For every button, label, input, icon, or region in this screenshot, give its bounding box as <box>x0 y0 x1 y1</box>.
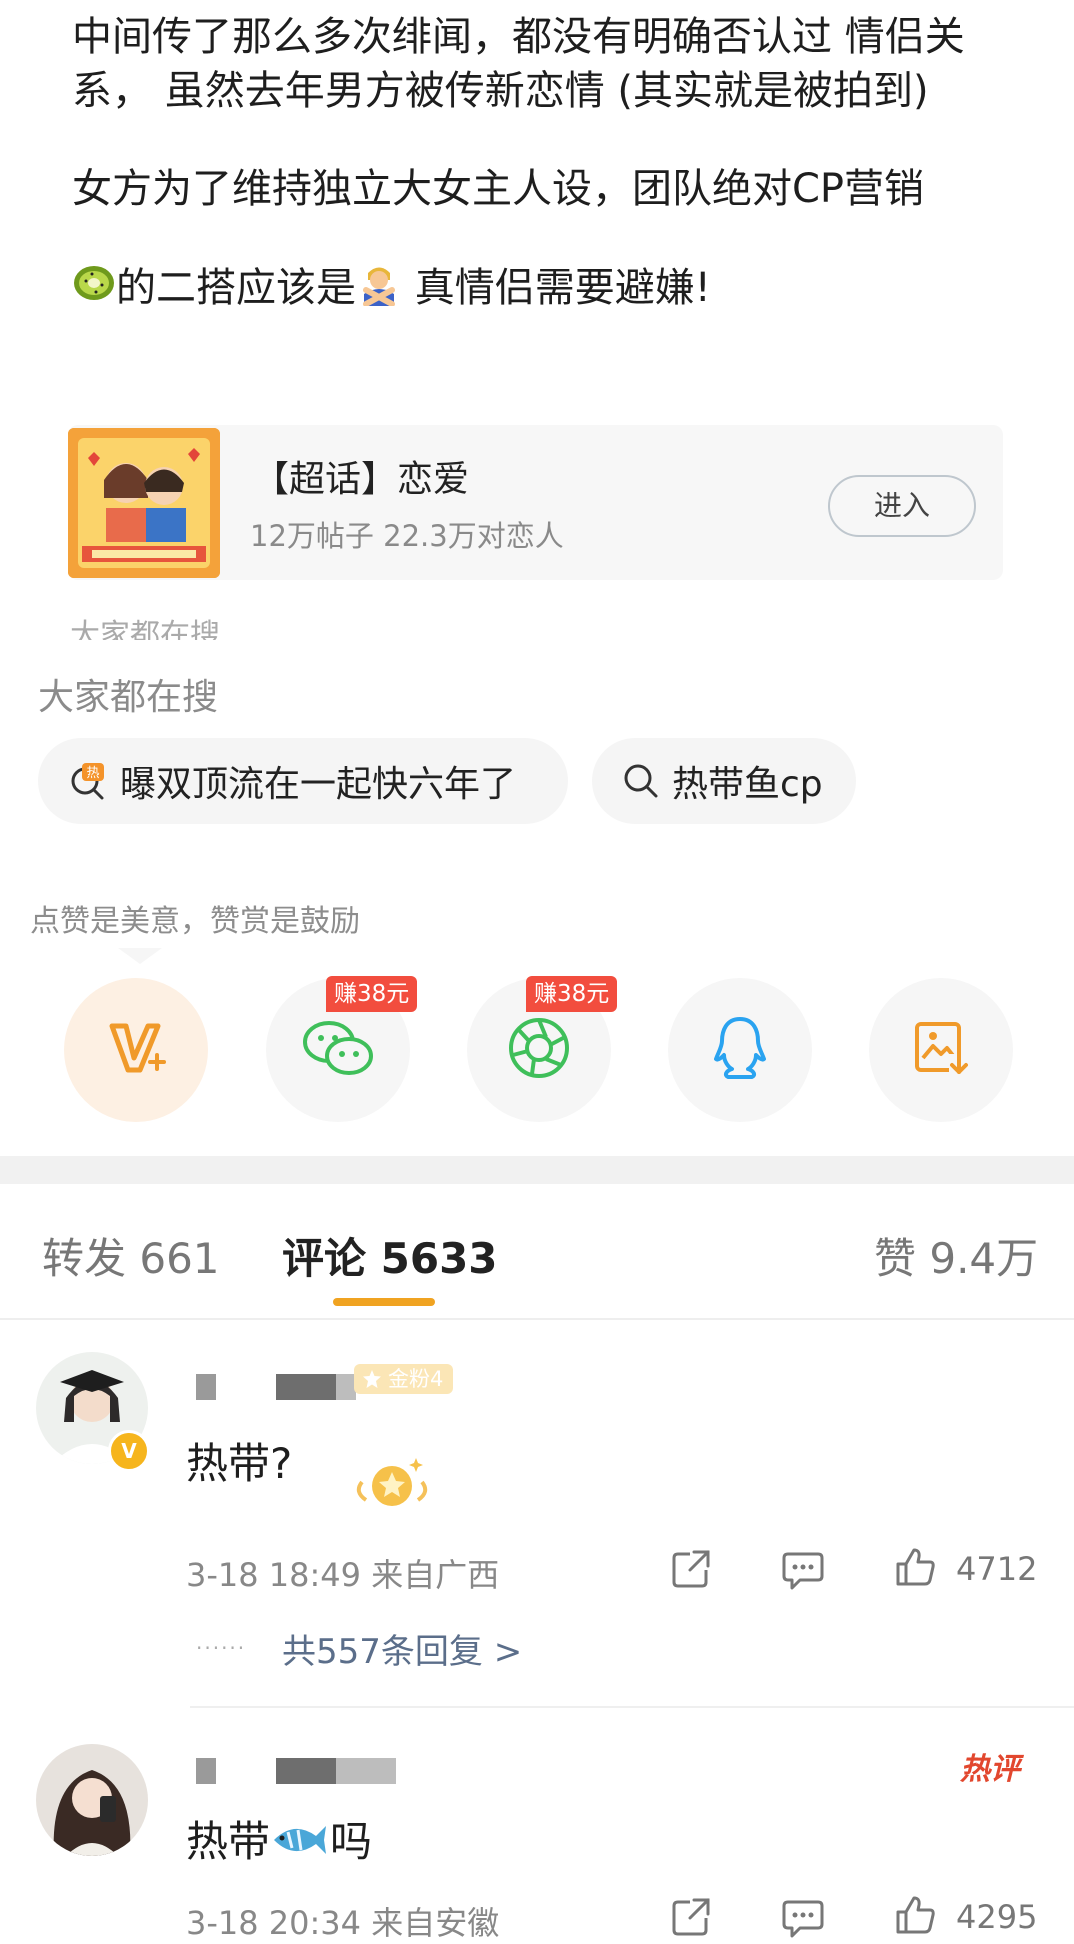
comment-meta: 3-18 18:49 来自广西 <box>186 1556 500 1594</box>
search-chip-2[interactable]: 热带鱼cp <box>592 738 856 824</box>
hot-search-icon: 热 <box>68 761 108 801</box>
post-paragraph-1: 中间传了那么多次绯闻，都没有明确否认过 情侣关系， 虽然去年男方被传新恋情 (其… <box>72 14 965 114</box>
wechat-icon <box>301 1016 375 1084</box>
comment-text-part-a: 热带 <box>186 1817 271 1866</box>
username-redacted <box>196 1374 356 1400</box>
comment-text: 热带 吗 <box>186 1808 372 1870</box>
comment-icon[interactable] <box>782 1896 824 1938</box>
search-chip-1[interactable]: 热 曝双顶流在一起快六年了 <box>38 738 568 824</box>
like-icon[interactable] <box>894 1894 936 1936</box>
topic-stats: 12万帖子 22.3万对恋人 <box>250 519 564 553</box>
comment-meta: 3-18 20:34 来自安徽 <box>186 1904 500 1942</box>
post-line-part-b: 真情侣需要避嫌! <box>402 265 711 311</box>
cut-off-search-title: 大家都在搜 <box>70 618 220 640</box>
search-chip-label: 曝双顶流在一起快六年了 <box>120 764 517 805</box>
gold-medal-icon <box>352 1452 432 1516</box>
tab-divider <box>0 1318 1074 1320</box>
like-count: 4712 <box>956 1550 1038 1588</box>
tab-likes[interactable]: 赞 9.4万 <box>874 1225 1038 1286</box>
trending-search-title: 大家都在搜 <box>38 677 219 718</box>
username-redacted <box>196 1758 396 1784</box>
view-replies-link[interactable]: 共557条回复 > <box>282 1624 522 1673</box>
fan-badge-label: 金粉4 <box>388 1367 444 1391</box>
verified-badge-icon: V <box>108 1430 150 1472</box>
like-icon[interactable] <box>894 1546 936 1588</box>
svg-text:热: 热 <box>86 766 99 781</box>
topic-thumbnail <box>68 428 220 578</box>
tab-repost[interactable]: 转发 661 <box>42 1225 220 1286</box>
kiwi-emoji <box>72 261 116 319</box>
tab-comments[interactable]: 评论 5633 <box>282 1225 498 1286</box>
topic-title: 【超话】恋爱 <box>253 459 470 500</box>
earn-badge: 赚38元 <box>526 976 618 1012</box>
fan-level-badge: 金粉4 <box>354 1364 454 1394</box>
avatar[interactable] <box>36 1744 148 1856</box>
reply-dots: ······ <box>196 1636 247 1660</box>
search-chip-label: 热带鱼cp <box>672 764 823 805</box>
fish-emoji <box>270 1820 330 1870</box>
caption-pointer <box>118 948 162 964</box>
section-divider <box>0 1156 1074 1184</box>
post-paragraph-3: 的二搭应该是 真情侣需要避嫌! <box>72 260 1032 320</box>
search-icon <box>622 762 660 800</box>
share-icon[interactable] <box>670 1548 712 1590</box>
star-icon <box>363 1370 381 1388</box>
save-image-icon <box>911 1018 971 1082</box>
comment-icon[interactable] <box>782 1548 824 1590</box>
comment-text: 热带? <box>186 1439 293 1488</box>
post-line-part-a: 的二搭应该是 <box>116 265 356 311</box>
v-plus-icon <box>104 1016 168 1084</box>
save-image-button[interactable] <box>869 978 1013 1122</box>
share-caption: 点赞是美意，赞赏是鼓励 <box>30 904 360 939</box>
share-icon[interactable] <box>670 1896 712 1938</box>
earn-badge: 赚38元 <box>326 976 418 1012</box>
post-paragraph-2: 女方为了维持独立大女主人设，团队绝对CP营销 <box>72 166 925 212</box>
comment-divider <box>190 1706 1074 1708</box>
hot-comment-tag: 热评 <box>960 1752 1020 1787</box>
v-plus-button[interactable] <box>64 978 208 1122</box>
qq-icon <box>710 1015 770 1085</box>
like-count: 4295 <box>956 1898 1038 1936</box>
topic-card[interactable]: 【超话】恋爱 12万帖子 22.3万对恋人 进入 <box>68 425 1003 580</box>
post-body: 中间传了那么多次绯闻，都没有明确否认过 情侣关系， 虽然去年男方被传新恋情 (其… <box>72 10 1032 320</box>
person-gesturing-no-emoji <box>356 260 402 320</box>
active-tab-indicator <box>333 1298 435 1306</box>
moments-icon <box>506 1015 572 1085</box>
enter-topic-button[interactable]: 进入 <box>828 475 976 537</box>
qq-share-button[interactable] <box>668 978 812 1122</box>
comment-text-part-b: 吗 <box>330 1817 373 1866</box>
